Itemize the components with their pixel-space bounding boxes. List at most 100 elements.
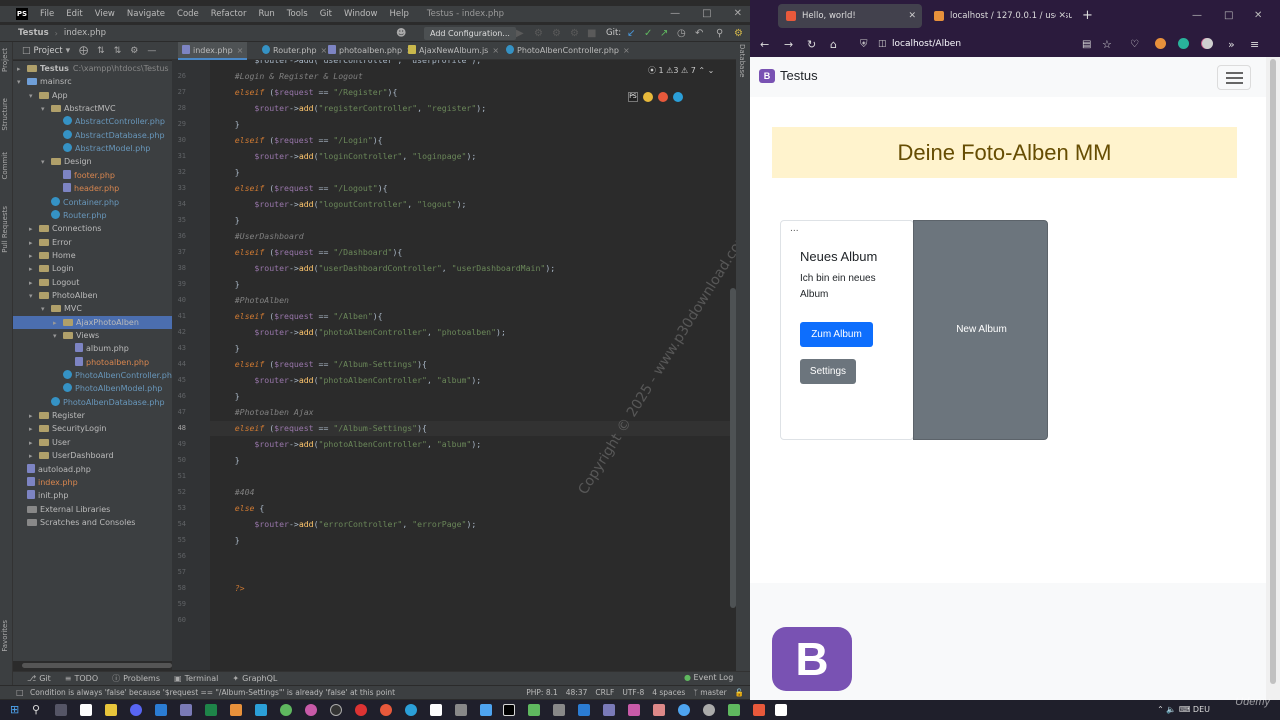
strip-database[interactable]: Database — [738, 44, 746, 77]
expand-all-icon[interactable]: ⇅ — [97, 46, 105, 56]
bookmark-star-icon[interactable]: ☆ — [1102, 32, 1112, 57]
app-icon[interactable] — [230, 704, 242, 716]
tree-item[interactable]: PhotoAlbenController.php — [13, 369, 172, 382]
app-icon[interactable] — [280, 704, 292, 716]
chevron-down-icon[interactable]: ▾ — [41, 156, 51, 169]
app-icon[interactable] — [255, 704, 267, 716]
tree-item[interactable]: Scratches and Consoles — [13, 516, 172, 529]
tree-item[interactable]: ▸ User — [13, 436, 172, 449]
edge-icon[interactable] — [673, 92, 683, 102]
chevron-right-icon[interactable]: ▸ — [29, 223, 39, 236]
tree-item[interactable]: ▾ AbstractMVC — [13, 102, 172, 115]
tree-item[interactable]: ▸ Register — [13, 409, 172, 422]
home-icon[interactable]: ⌂ — [830, 32, 837, 57]
app-icon[interactable] — [775, 704, 787, 716]
maximize-icon[interactable]: □ — [702, 6, 711, 22]
browser-minimize-icon[interactable]: — — [1192, 0, 1202, 32]
chevron-down-icon[interactable]: ▾ — [41, 303, 51, 316]
app-menu-icon[interactable]: ≡ — [1250, 32, 1259, 57]
phpstorm-preview-icon[interactable]: PS — [628, 92, 638, 102]
tree-item[interactable]: ▾ PhotoAlben — [13, 289, 172, 302]
indent-setting[interactable]: 4 spaces — [652, 688, 685, 697]
editor-tab[interactable]: Router.php × — [258, 42, 331, 60]
menu-tools[interactable]: Tools — [281, 9, 314, 19]
strip-pull-requests[interactable]: Pull Requests — [1, 206, 9, 253]
tree-item[interactable]: autoload.php — [13, 463, 172, 476]
file-encoding[interactable]: UTF-8 — [622, 688, 644, 697]
chevron-down-icon[interactable]: ▾ — [29, 290, 39, 303]
pocket-icon[interactable]: ♡ — [1130, 32, 1139, 57]
navbar-toggler-button[interactable] — [1217, 65, 1251, 90]
shield-icon[interactable]: ⛨ — [860, 35, 868, 54]
search-icon[interactable]: ⚲ — [716, 27, 723, 40]
user-icon[interactable]: ☻ — [396, 27, 406, 40]
git-update-icon[interactable]: ↙ — [627, 27, 635, 40]
tree-item[interactable]: ▸ UserDashboard — [13, 449, 172, 462]
back-icon[interactable]: ← — [760, 32, 769, 57]
tree-item[interactable]: ▾ Views — [13, 329, 172, 342]
tree-item[interactable]: PhotoAlbenModel.php — [13, 382, 172, 395]
app-icon[interactable] — [553, 704, 565, 716]
app-icon[interactable] — [455, 704, 467, 716]
editor-tab[interactable]: AjaxNewAlbum.js × — [404, 42, 503, 60]
system-tray[interactable]: ⌃ 🔈 ⌨ DEU — [1157, 700, 1210, 720]
app-icon[interactable] — [528, 704, 540, 716]
chevron-right-icon[interactable]: ▸ — [53, 317, 63, 330]
strip-favorites[interactable]: Favorites — [1, 620, 9, 652]
chevron-down-icon[interactable]: ▾ — [66, 46, 71, 56]
menu-window[interactable]: Window — [338, 9, 384, 19]
menu-refactor[interactable]: Refactor — [205, 9, 253, 19]
tree-horizontal-scrollbar[interactable] — [22, 663, 172, 668]
brand-link[interactable]: Testus — [780, 68, 818, 83]
run-configuration-dropdown[interactable]: Add Configuration... — [424, 27, 516, 40]
rollback-icon[interactable]: ↶ — [695, 27, 703, 40]
firefox-icon[interactable] — [658, 92, 668, 102]
account-icon[interactable] — [1202, 38, 1213, 49]
gear-icon[interactable]: ⚙ — [130, 46, 138, 56]
edge-icon[interactable] — [405, 704, 417, 716]
menu-navigate[interactable]: Navigate — [121, 9, 171, 19]
debug-icon[interactable]: ⚙ — [534, 27, 543, 40]
settings-button[interactable]: Settings — [800, 359, 856, 384]
tree-item[interactable]: ▾ App — [13, 89, 172, 102]
browser-tab-hello[interactable]: Hello, world! ✕ — [778, 4, 922, 28]
tool-window-todo[interactable]: ≡ TODO — [65, 674, 98, 683]
tree-item[interactable]: ▾ Design — [13, 155, 172, 168]
chevron-down-icon[interactable]: ▾ — [17, 76, 27, 89]
status-toggle-icon[interactable]: □ — [16, 688, 24, 697]
browser-close-icon[interactable]: ✕ — [1254, 0, 1262, 32]
locate-icon[interactable]: ⨁ — [79, 46, 88, 56]
menu-git[interactable]: Git — [314, 9, 338, 19]
page-scrollbar[interactable] — [1266, 57, 1280, 700]
discord-icon[interactable] — [130, 704, 142, 716]
url-bar[interactable]: ⛨ ◫ localhost/Alben — [854, 35, 1076, 54]
close-tab-icon[interactable]: ✕ — [1056, 4, 1066, 28]
tree-item[interactable]: ▾ mainsrc — [13, 75, 172, 88]
chevron-right-icon[interactable]: ▸ — [29, 263, 39, 276]
app-icon[interactable] — [430, 704, 442, 716]
close-tab-icon[interactable]: × — [237, 46, 244, 55]
new-tab-button[interactable]: + — [1082, 4, 1093, 28]
browser-tab-phpmyadmin[interactable]: localhost / 127.0.0.1 / usersude ✕ — [926, 4, 1072, 28]
app-icon[interactable] — [330, 704, 342, 716]
tree-item[interactable]: photoalben.php — [13, 356, 172, 369]
close-tab-icon[interactable]: × — [623, 46, 630, 55]
windows-start-icon[interactable]: ⊞ — [10, 703, 19, 716]
tree-item[interactable]: index.php — [13, 476, 172, 489]
tool-window-git[interactable]: ⎇ Git — [27, 674, 51, 683]
excel-icon[interactable] — [205, 704, 217, 716]
chevron-right-icon[interactable]: ▸ — [29, 277, 39, 290]
caret-position[interactable]: 48:37 — [566, 688, 588, 697]
app-icon[interactable] — [728, 704, 740, 716]
tool-window-terminal[interactable]: ▣ Terminal — [174, 674, 218, 683]
file-explorer-icon[interactable] — [105, 704, 117, 716]
tree-item[interactable]: header.php — [13, 182, 172, 195]
chevron-down-icon[interactable]: ▾ — [53, 330, 63, 343]
chevron-right-icon[interactable]: ▸ — [17, 63, 27, 76]
zum-album-button[interactable]: Zum Album — [800, 322, 873, 347]
stop-icon[interactable]: ■ — [587, 27, 596, 40]
bootstrap-brand-icon[interactable]: B — [759, 69, 775, 83]
page-scrollbar-thumb[interactable] — [1270, 59, 1276, 684]
lock-icon[interactable]: 🔓 — [735, 688, 744, 697]
git-push-icon[interactable]: ↗ — [660, 27, 668, 40]
